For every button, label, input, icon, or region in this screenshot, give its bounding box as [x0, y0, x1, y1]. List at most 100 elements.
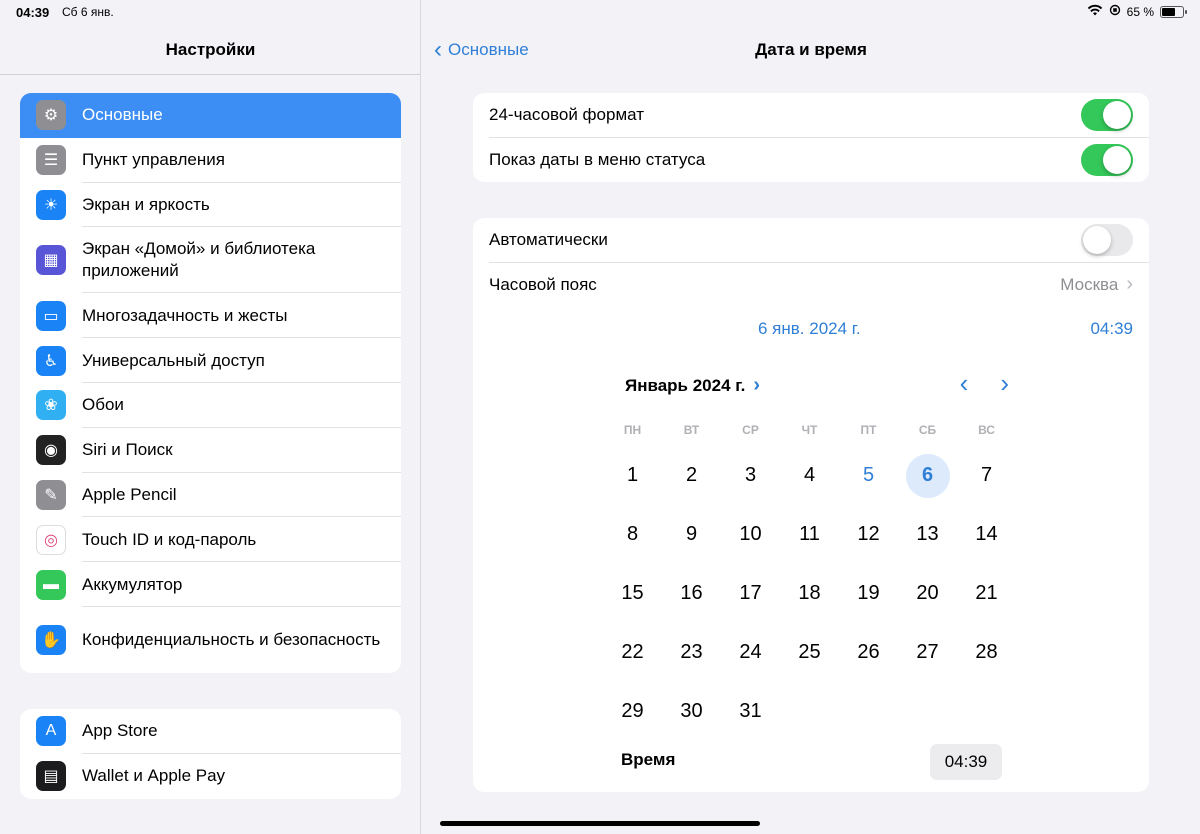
calendar-week: 8 9 10 11 12 13 14 — [603, 505, 1016, 564]
sidebar-item-label: Пункт управления — [82, 150, 225, 170]
calendar-day[interactable]: 13 — [898, 505, 957, 564]
calendar-week: 15 16 17 18 19 20 21 — [603, 564, 1016, 623]
calendar-day[interactable]: 6 — [898, 446, 957, 505]
calendar-day[interactable]: 22 — [603, 623, 662, 682]
calendar-day[interactable]: 5 — [839, 446, 898, 505]
calendar-day[interactable]: 15 — [603, 564, 662, 623]
sidebar-item-siri[interactable]: ◉ Siri и Поиск — [20, 428, 401, 473]
flower-icon: ❀ — [36, 390, 66, 421]
calendar-day[interactable]: 9 — [662, 505, 721, 564]
weekday-label: ПТ — [860, 423, 877, 437]
sidebar-item-hand[interactable]: ✋ Конфиденциальность и безопасность — [20, 607, 401, 673]
auto-row: Автоматически — [473, 218, 1149, 263]
sidebar-title: Настройки — [165, 40, 256, 59]
calendar-day[interactable]: 17 — [721, 564, 780, 623]
weekday-label: СБ — [918, 423, 937, 437]
calendar-day[interactable]: 31 — [721, 682, 780, 741]
next-month-button[interactable]: › — [1000, 368, 1009, 399]
selected-time[interactable]: 04:39 — [1090, 319, 1133, 339]
auto-toggle[interactable] — [1081, 224, 1133, 257]
calendar-day[interactable]: 19 — [839, 564, 898, 623]
format-24h-toggle[interactable] — [1081, 99, 1133, 132]
show-date-row: Показ даты в меню статуса — [473, 138, 1149, 183]
month-label: Январь 2024 г. — [625, 375, 746, 395]
page-title: Дата и время — [755, 40, 867, 59]
orientation-lock-icon — [1109, 4, 1121, 19]
status-right: 65 % — [1087, 4, 1187, 19]
calendar-day[interactable]: 3 — [721, 446, 780, 505]
sidebar-item-label: App Store — [82, 721, 158, 741]
calendar-day[interactable]: 23 — [662, 623, 721, 682]
sidebar-item-sun[interactable]: ☀ Экран и яркость — [20, 183, 401, 228]
sidebar-item-label: Основные — [82, 105, 163, 125]
sidebar-item-accessibility[interactable]: ♿ Универсальный доступ — [20, 338, 401, 383]
time-picker-button[interactable]: 04:39 — [930, 744, 1002, 780]
sidebar-item-gear[interactable]: ⚙ Основные — [20, 93, 401, 138]
prev-month-button[interactable]: ‹ — [960, 368, 969, 399]
switches-icon: ☰ — [36, 145, 66, 176]
sidebar-item-switches[interactable]: ☰ Пункт управления — [20, 138, 401, 183]
sidebar-item-label: Аккумулятор — [82, 574, 183, 594]
battery-icon: ▬ — [36, 569, 66, 600]
calendar-day[interactable]: 29 — [603, 682, 662, 741]
auto-label: Автоматически — [489, 230, 608, 250]
sidebar-item-app-store[interactable]: A App Store — [20, 709, 401, 754]
calendar-day[interactable]: 30 — [662, 682, 721, 741]
calendar-day[interactable]: 18 — [780, 564, 839, 623]
calendar-day[interactable]: 21 — [957, 564, 1016, 623]
calendar-day[interactable]: 27 — [898, 623, 957, 682]
calendar-day[interactable]: 7 — [957, 446, 1016, 505]
calendar-day[interactable]: 14 — [957, 505, 1016, 564]
calendar-week: 1234567 — [603, 446, 1016, 505]
multitask-icon: ▭ — [36, 300, 66, 331]
status-bar: 04:39 Сб 6 янв. 65 % — [0, 0, 1200, 24]
calendar-day[interactable]: 11 — [780, 505, 839, 564]
sidebar-item-label: Wallet и Apple Pay — [82, 766, 226, 786]
sun-icon: ☀ — [36, 189, 66, 220]
sidebar-item-fingerprint[interactable]: ◎ Touch ID и код-пароль — [20, 517, 401, 562]
sidebar-item-label: Apple Pencil — [82, 484, 177, 504]
weekday-label: ВТ — [683, 423, 700, 437]
calendar-empty — [839, 682, 898, 741]
calendar-empty — [780, 682, 839, 741]
sidebar-item-label: Конфиденциальность и безопасность — [82, 629, 381, 649]
calendar-day[interactable]: 28 — [957, 623, 1016, 682]
accessibility-icon: ♿ — [36, 345, 66, 376]
sidebar-item-multitask[interactable]: ▭ Многозадачность и жесты — [20, 293, 401, 338]
show-date-toggle[interactable] — [1081, 143, 1133, 176]
timezone-row[interactable]: Часовой пояс Москва › — [473, 263, 1149, 308]
calendar-day[interactable]: 26 — [839, 623, 898, 682]
calendar-day[interactable]: 8 — [603, 505, 662, 564]
selected-date[interactable]: 6 янв. 2024 г. — [758, 319, 861, 339]
sidebar-item-battery[interactable]: ▬ Аккумулятор — [20, 562, 401, 607]
weekday-label: ВС — [978, 423, 995, 437]
sidebar-item-label: Siri и Поиск — [82, 440, 173, 460]
format-24h-label: 24-часовой формат — [489, 105, 644, 125]
calendar-day[interactable]: 1 — [603, 446, 662, 505]
siri-icon: ◉ — [36, 435, 66, 466]
calendar-day[interactable]: 2 — [662, 446, 721, 505]
calendar-week: 29 30 31 — [603, 682, 1016, 741]
calendar-day[interactable]: 4 — [780, 446, 839, 505]
calendar-day[interactable]: 10 — [721, 505, 780, 564]
sidebar-item-flower[interactable]: ❀ Обои — [20, 383, 401, 428]
wallet-icon: ▤ — [36, 761, 66, 792]
sidebar-item-app-grid[interactable]: ▦ Экран «Домой» и библиотека приложений — [20, 227, 401, 294]
datetime-card: Автоматически Часовой пояс Москва › 6 ян… — [473, 218, 1149, 792]
fingerprint-icon: ◎ — [36, 524, 66, 555]
pencil-icon: ✎ — [36, 479, 66, 510]
calendar-grid: 1 2 3 4 5 6 7 8 9 10 11 12 13 14 15 16 17 18 19 20 21 22 23 24 2… — [603, 446, 1016, 741]
calendar-day[interactable]: 24 — [721, 623, 780, 682]
sidebar-item-pencil[interactable]: ✎ Apple Pencil — [20, 473, 401, 518]
calendar-day[interactable]: 25 — [780, 623, 839, 682]
sidebar-item-label: Обои — [82, 395, 124, 415]
calendar-day[interactable]: 20 — [898, 564, 957, 623]
show-date-label: Показ даты в меню статуса — [489, 149, 706, 169]
weekday-label: ЧТ — [801, 423, 818, 437]
sidebar-item-wallet[interactable]: ▤ Wallet и Apple Pay — [20, 754, 401, 799]
weekday-label: СР — [742, 423, 759, 437]
calendar-day[interactable]: 16 — [662, 564, 721, 623]
month-picker[interactable]: Январь 2024 г. › — [625, 374, 760, 397]
calendar-day[interactable]: 12 — [839, 505, 898, 564]
app-store-icon: A — [36, 716, 66, 747]
